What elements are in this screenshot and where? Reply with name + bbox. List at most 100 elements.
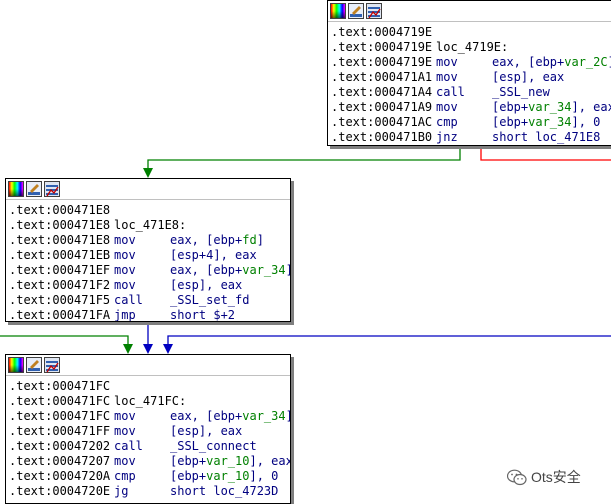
disassembly-line[interactable]: .text:000471EB mov [esp+4], eax [9, 248, 290, 263]
color-palette-icon[interactable] [8, 357, 24, 373]
operand-text: ] [286, 263, 290, 277]
operand-variable[interactable]: var_34 [242, 263, 285, 277]
line-address: .text:0004719E [331, 25, 433, 39]
line-address: .text:0004719E [331, 40, 433, 54]
line-address: .text:000471F5 [9, 293, 111, 307]
code-label[interactable]: loc_471FC: [114, 394, 186, 409]
line-address: .text:000471FC [9, 394, 111, 408]
disassembly-line[interactable]: .text:000471AC cmp [ebp+var_34], 0 [331, 115, 611, 130]
instruction-operands: eax, [ebp+var_34] [170, 263, 290, 277]
disassembly-line[interactable]: .text:000471E8 loc_471E8: [9, 218, 290, 233]
graph-node-471e8[interactable]: .text:000471E8 .text:000471E8 loc_471E8: .t… [5, 178, 291, 322]
instruction-operands: short $+2 [170, 308, 236, 322]
operand-text: eax, [ebp+ [170, 409, 243, 423]
disassembly-line[interactable]: .text:000471FCmov eax, [ebp+var_34] [9, 409, 290, 424]
disassembly-line[interactable]: .text:000471E8 [9, 203, 290, 218]
instruction-mnemonic: mov [114, 248, 136, 262]
disassembly-line[interactable]: .text:000471B0 jnz short loc_471E8 [331, 130, 611, 145]
color-palette-icon[interactable] [8, 181, 24, 197]
instruction-operands: short loc_4723D [170, 484, 278, 498]
instruction-mnemonic: mov [436, 70, 458, 84]
line-address: .text:000471FA [9, 308, 111, 322]
ida-graph-view[interactable]: .text:0004719E .text:0004719E loc_4719E: .t… [0, 0, 611, 504]
operand-text: ], 0 [249, 469, 279, 483]
instruction-mnemonic: mov [114, 409, 136, 423]
rename-icon[interactable] [348, 3, 364, 19]
watermark-text: Ots安全 [531, 469, 581, 485]
disassembly-line[interactable]: .text:000471F2 mov [esp], eax [9, 278, 290, 293]
operand-variable[interactable]: var_34 [528, 100, 571, 114]
color-palette-icon[interactable] [330, 3, 346, 19]
code-label[interactable]: loc_4719E: [436, 40, 508, 55]
disassembly-line[interactable]: .text:0004719Emov eax, [ebp+var_2C] [331, 55, 611, 70]
disassembly-line[interactable]: .text:0004720A cmp [ebp+var_10], 0 [9, 469, 290, 484]
instruction-operands: eax, [ebp+var_34] [170, 409, 290, 423]
line-address: .text:000471E8 [9, 203, 111, 217]
operand-variable[interactable]: fd [242, 233, 256, 247]
operand-text: [esp], eax [170, 424, 243, 438]
operand-text: _SSL_set_fd [170, 293, 250, 307]
operand-text: _SSL_new [492, 85, 550, 99]
disassembly-line[interactable]: .text:000471FC loc_471FC: [9, 394, 290, 409]
disassembly-line[interactable]: .text:000471A9 mov [ebp+var_34], eax [331, 100, 611, 115]
disassembly-lines: .text:000471FC .text:000471FC loc_471FC: .t… [6, 376, 290, 499]
operand-text: [ebp+ [170, 469, 207, 483]
graph-icon[interactable] [366, 3, 382, 19]
disassembly-line[interactable]: .text:00047202 call _SSL_connect [9, 439, 290, 454]
operand-variable[interactable]: var_34 [528, 115, 571, 129]
disassembly-line[interactable]: .text:000471E8 mov eax, [ebp+fd] [9, 233, 290, 248]
instruction-operands: [ebp+var_34], 0 [492, 115, 600, 129]
disassembly-line[interactable]: .text:000471EFmov eax, [ebp+var_34] [9, 263, 290, 278]
instruction-mnemonic: mov [436, 55, 458, 69]
operand-variable[interactable]: var_10 [206, 454, 249, 468]
graph-icon[interactable] [44, 357, 60, 373]
operand-text: short loc_471E8 [492, 130, 601, 144]
instruction-mnemonic: call [114, 439, 143, 453]
disassembly-line[interactable]: .text:000471FC [9, 379, 290, 394]
operand-text: [ebp+ [492, 115, 529, 129]
line-address: .text:000471EB [9, 248, 111, 262]
graph-icon[interactable] [44, 181, 60, 197]
watermark: Ots安全 [506, 466, 581, 488]
operand-text: short $+2 [170, 308, 236, 322]
operand-text: eax, [ebp+ [170, 233, 243, 247]
disassembly-line[interactable]: .text:0004719E loc_4719E: [331, 40, 611, 55]
line-address: .text:000471A4 [331, 85, 433, 99]
code-label[interactable]: loc_471E8: [114, 218, 186, 233]
disassembly-line[interactable]: .text:000471FF mov [esp], eax [9, 424, 290, 439]
instruction-mnemonic: cmp [436, 115, 458, 129]
instruction-mnemonic: call [436, 85, 465, 99]
edge-jmp-arrowhead [143, 344, 153, 354]
instruction-operands: short loc_471E8 [492, 130, 600, 144]
line-address: .text:000471EF [9, 263, 111, 277]
disassembly-line[interactable]: .text:000471A4 call _SSL_new [331, 85, 611, 100]
edge-false-4719e [480, 146, 611, 161]
line-address: .text:000471FC [9, 409, 111, 423]
disassembly-line[interactable]: .text:00047207 mov [ebp+var_10], eax [9, 454, 290, 469]
disassembly-line[interactable]: .text:000471F5 call _SSL_set_fd [9, 293, 290, 308]
disassembly-lines: .text:0004719E .text:0004719E loc_4719E: .t… [328, 22, 611, 145]
operand-variable[interactable]: var_34 [242, 409, 285, 423]
disassembly-line[interactable]: .text:0004720E jg short loc_4723D [9, 484, 290, 499]
rename-icon[interactable] [26, 357, 42, 373]
rename-icon[interactable] [26, 181, 42, 197]
disassembly-lines: .text:000471E8 .text:000471E8 loc_471E8: .t… [6, 200, 290, 322]
disassembly-line[interactable]: .text:000471FA jmp short $+2 [9, 308, 290, 322]
instruction-mnemonic: cmp [114, 469, 136, 483]
operand-text: ] [286, 409, 290, 423]
instruction-mnemonic: mov [114, 278, 136, 292]
instruction-mnemonic: mov [114, 263, 136, 277]
line-address: .text:000471B0 [331, 130, 433, 144]
disassembly-line[interactable]: .text:0004719E [331, 25, 611, 40]
line-address: .text:000471A9 [331, 100, 433, 114]
graph-node-471fc[interactable]: .text:000471FC .text:000471FC loc_471FC: .t… [5, 354, 291, 504]
operand-variable[interactable]: var_2C [564, 55, 607, 69]
line-address: .text:000471FC [9, 379, 111, 393]
instruction-operands: _SSL_new [492, 85, 550, 99]
operand-text: ] [608, 55, 611, 69]
instruction-operands: [ebp+var_10], 0 [170, 469, 278, 483]
disassembly-line[interactable]: .text:000471A1 mov [esp], eax [331, 70, 611, 85]
operand-variable[interactable]: var_10 [206, 469, 249, 483]
graph-node-4719e[interactable]: .text:0004719E .text:0004719E loc_4719E: .t… [327, 0, 611, 146]
operand-text: ], eax [249, 454, 291, 468]
